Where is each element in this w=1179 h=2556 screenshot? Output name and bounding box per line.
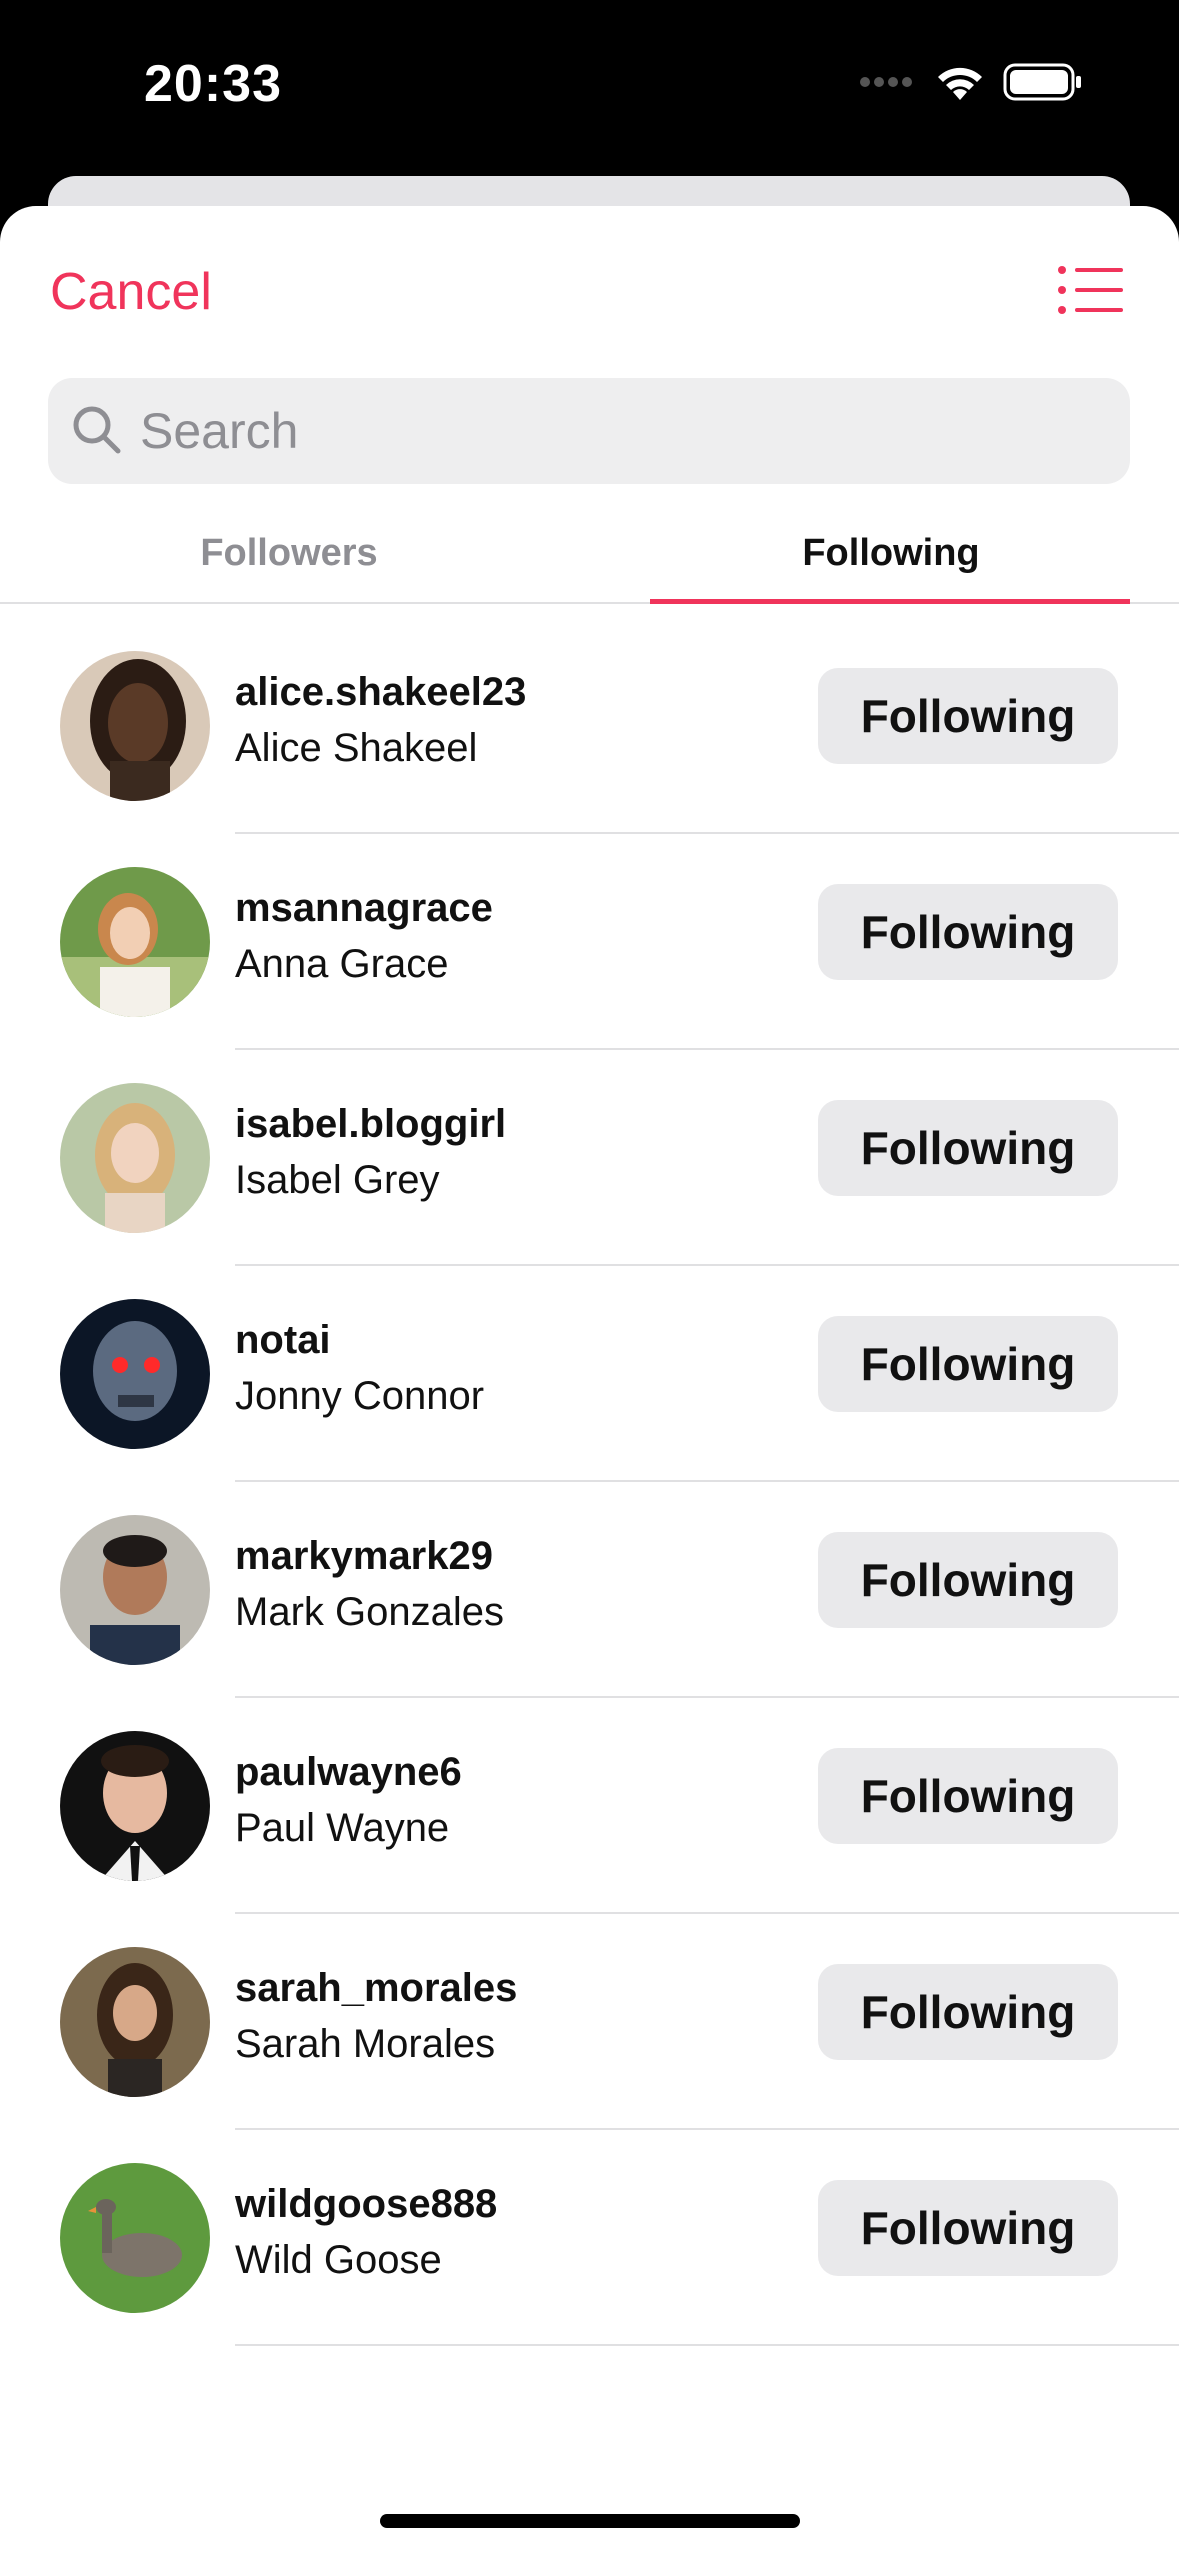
full-name: Alice Shakeel (235, 726, 478, 770)
full-name: Mark Gonzales (235, 1590, 504, 1634)
full-name: Anna Grace (235, 942, 449, 986)
following-button[interactable]: Following (818, 1748, 1118, 1844)
status-time: 20:33 (144, 55, 282, 113)
avatar[interactable] (60, 1515, 210, 1665)
list-item[interactable]: msannagrace Anna Grace Following (0, 834, 1179, 1050)
avatar[interactable] (60, 1947, 210, 2097)
avatar[interactable] (60, 1731, 210, 1881)
following-list: alice.shakeel23 Alice Shakeel Following … (0, 618, 1179, 2346)
status-icons (857, 62, 1083, 107)
tab-bar: Followers Following (0, 506, 1179, 604)
list-item[interactable]: notai Jonny Connor Following (0, 1266, 1179, 1482)
following-button[interactable]: Following (818, 1316, 1118, 1412)
username: msannagrace (235, 886, 493, 930)
divider (235, 2344, 1179, 2346)
tab-followers[interactable]: Followers (48, 506, 530, 602)
username: wildgoose888 (235, 2182, 498, 2226)
username: markymark29 (235, 1534, 493, 1578)
avatar[interactable] (60, 867, 210, 1017)
username: sarah_morales (235, 1966, 518, 2010)
username: paulwayne6 (235, 1750, 462, 1794)
username: isabel.bloggirl (235, 1102, 507, 1146)
search-bar[interactable] (48, 378, 1130, 484)
following-button[interactable]: Following (818, 2180, 1118, 2276)
cancel-button[interactable]: Cancel (50, 262, 212, 322)
list-icon[interactable] (1057, 264, 1123, 316)
avatar[interactable] (60, 2163, 210, 2313)
selected-tab-indicator (650, 599, 1130, 604)
list-item[interactable]: isabel.bloggirl Isabel Grey Following (0, 1050, 1179, 1266)
list-item[interactable]: markymark29 Mark Gonzales Following (0, 1482, 1179, 1698)
list-item[interactable]: wildgoose888 Wild Goose Following (0, 2130, 1179, 2346)
list-item[interactable]: paulwayne6 Paul Wayne Following (0, 1698, 1179, 1914)
status-bar: 20:33 (0, 0, 1179, 180)
list-item[interactable]: alice.shakeel23 Alice Shakeel Following (0, 618, 1179, 834)
battery-icon (1003, 62, 1083, 107)
search-input[interactable] (138, 401, 1042, 461)
full-name: Wild Goose (235, 2238, 442, 2282)
username: notai (235, 1318, 331, 1362)
full-name: Isabel Grey (235, 1158, 440, 1202)
avatar[interactable] (60, 1083, 210, 1233)
following-button[interactable]: Following (818, 668, 1118, 764)
avatar[interactable] (60, 651, 210, 801)
avatar[interactable] (60, 1299, 210, 1449)
list-item[interactable]: sarah_morales Sarah Morales Following (0, 1914, 1179, 2130)
full-name: Sarah Morales (235, 2022, 496, 2066)
cellular-signal-icon (857, 74, 917, 95)
wifi-icon (935, 62, 985, 107)
tab-following[interactable]: Following (650, 506, 1132, 602)
full-name: Paul Wayne (235, 1806, 450, 1850)
following-button[interactable]: Following (818, 884, 1118, 980)
search-icon (48, 403, 122, 460)
full-name: Jonny Connor (235, 1374, 485, 1418)
home-indicator (380, 2514, 800, 2528)
following-button[interactable]: Following (818, 1532, 1118, 1628)
username: alice.shakeel23 (235, 670, 527, 714)
following-button[interactable]: Following (818, 1100, 1118, 1196)
following-button[interactable]: Following (818, 1964, 1118, 2060)
